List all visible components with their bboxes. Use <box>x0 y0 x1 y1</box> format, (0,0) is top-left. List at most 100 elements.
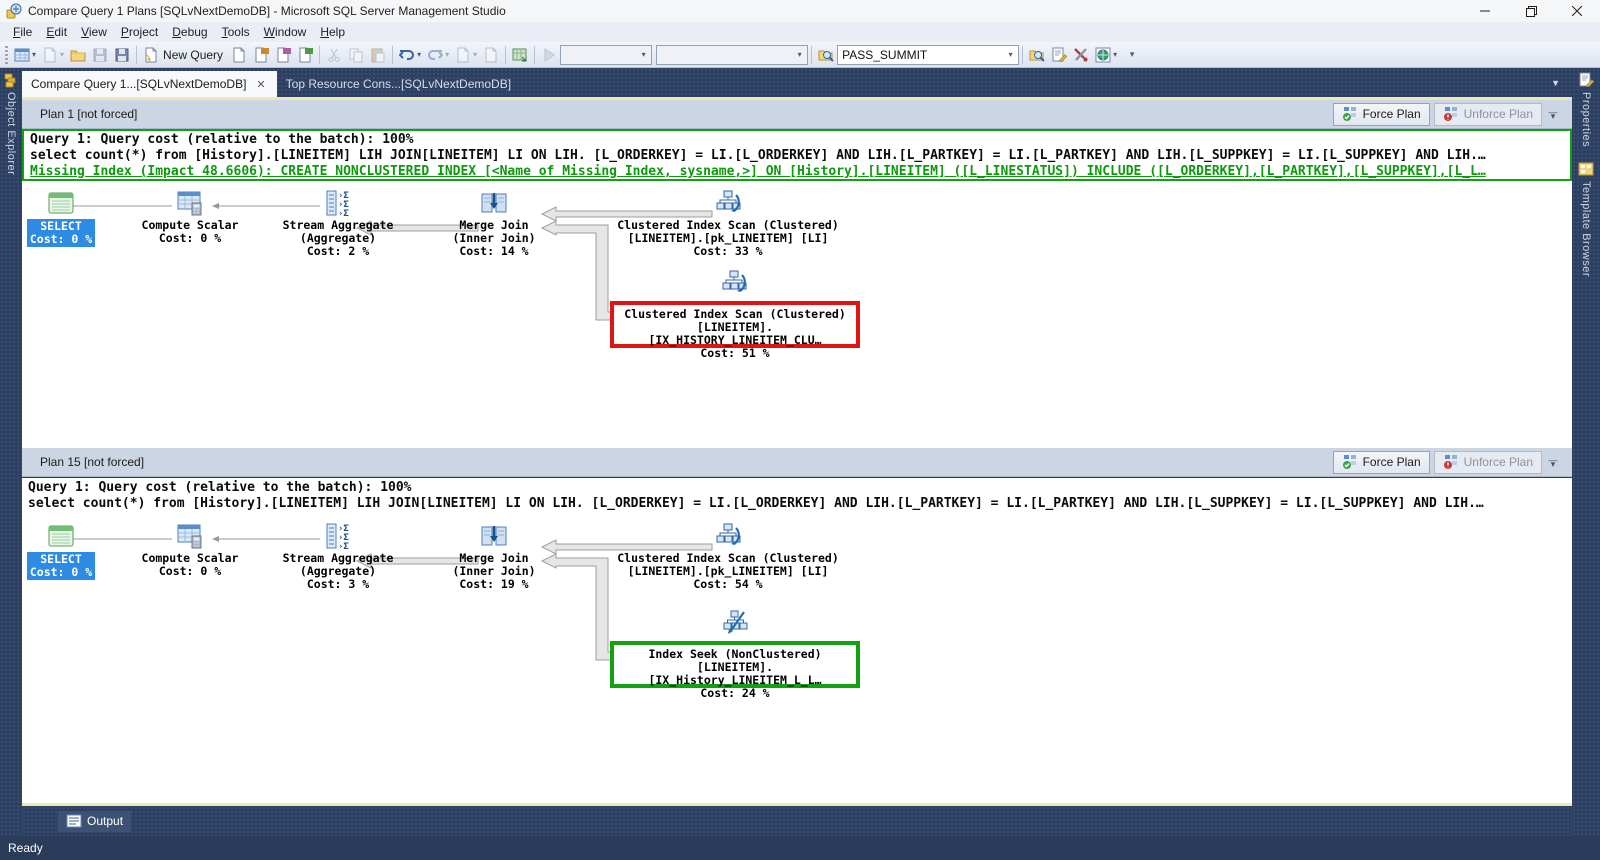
sidebar-item-object-explorer[interactable]: Object Explorer <box>3 68 19 179</box>
toolbar-separator <box>319 46 320 64</box>
plan15-node-select[interactable]: SELECT Cost: 0 % <box>27 522 95 580</box>
sidebar-item-template-browser[interactable]: Template Browser <box>1578 157 1594 281</box>
menu-view[interactable]: View <box>74 23 114 41</box>
sidebar-item-properties[interactable]: Properties <box>1578 68 1594 151</box>
database-combo-2[interactable]: ▾ <box>656 45 808 65</box>
plan15-header: Plan 15 [not forced] Force Plan Unforce … <box>22 448 1572 477</box>
merge-join-icon <box>480 189 508 217</box>
plan1-header: Plan 1 [not forced] Force Plan Unforce P… <box>22 100 1572 129</box>
chevron-down-icon: ▾ <box>792 46 807 64</box>
bottom-panel-strip: Output <box>22 806 1572 836</box>
new-query-button[interactable]: New Query <box>140 44 228 66</box>
navigate-forward-button[interactable] <box>480 44 502 66</box>
open-file-button[interactable] <box>67 44 89 66</box>
paste-button[interactable] <box>367 44 389 66</box>
tab-compare-query-plans[interactable]: Compare Query 1...[SQLvNextDemoDB] ✕ <box>22 71 277 97</box>
properties-window-button[interactable] <box>1048 44 1070 66</box>
menu-debug[interactable]: Debug <box>165 23 214 41</box>
new-dmx-query-button[interactable] <box>272 44 294 66</box>
find-in-objects-button[interactable] <box>1026 44 1048 66</box>
plan15-node-stream-aggregate[interactable]: Stream Aggregate (Aggregate) Cost: 3 % <box>268 522 408 591</box>
toolbar-separator <box>505 46 506 64</box>
browse-connection-button[interactable] <box>815 44 837 66</box>
plan1-force-plan-button[interactable]: Force Plan <box>1333 103 1430 126</box>
plan1-node-select[interactable]: SELECT Cost: 0 % <box>27 189 95 247</box>
undo-button[interactable]: ▾ <box>396 44 424 66</box>
force-plan-icon <box>1342 106 1358 122</box>
connection-combo[interactable]: PASS_SUMMIT ▾ <box>837 45 1019 65</box>
toolbar-separator <box>1022 46 1023 64</box>
plan15-force-plan-button[interactable]: Force Plan <box>1333 451 1430 474</box>
plan1-node-clustered-index-scan-pk[interactable]: Clustered Index Scan (Clustered) [LINEIT… <box>598 189 858 258</box>
app-icon <box>6 3 22 19</box>
plan1-node-merge-join[interactable]: Merge Join (Inner Join) Cost: 14 % <box>439 189 549 258</box>
menu-window[interactable]: Window <box>257 23 314 41</box>
output-icon <box>66 813 82 829</box>
minimize-button[interactable] <box>1462 0 1508 22</box>
restore-button[interactable] <box>1508 0 1554 22</box>
toolbar-grip[interactable] <box>5 46 8 64</box>
tab-top-resource-consumers[interactable]: Top Resource Cons...[SQLvNextDemoDB] <box>277 71 520 97</box>
new-connection-button[interactable]: ▾ <box>11 44 39 66</box>
plan1-query-cost-line: Query 1: Query cost (relative to the bat… <box>30 132 1564 148</box>
tab-list-chevron-icon[interactable]: ▼ <box>1547 76 1564 90</box>
activity-monitor-button[interactable]: ▾ <box>39 44 67 66</box>
execute-button[interactable] <box>538 44 560 66</box>
close-icon[interactable]: ✕ <box>254 78 267 91</box>
stream-aggregate-icon <box>324 522 352 550</box>
save-button[interactable] <box>89 44 111 66</box>
new-database-query-button[interactable] <box>228 44 250 66</box>
plan15-toolbar-overflow[interactable]: —▾ <box>1546 451 1560 474</box>
new-xmla-query-button[interactable] <box>294 44 316 66</box>
copy-button[interactable] <box>345 44 367 66</box>
close-button[interactable] <box>1554 0 1600 22</box>
toolbar-separator <box>392 46 393 64</box>
plan15-node-merge-join[interactable]: Merge Join (Inner Join) Cost: 19 % <box>439 522 549 591</box>
result-icon <box>47 189 75 217</box>
compute-scalar-icon <box>176 522 204 550</box>
window-title: Compare Query 1 Plans [SQLvNextDemoDB] -… <box>28 4 1462 18</box>
plan1-toolbar-overflow[interactable]: —▾ <box>1546 103 1560 126</box>
save-all-button[interactable] <box>111 44 133 66</box>
plan15-unforce-plan-button[interactable]: Unforce Plan <box>1434 451 1542 474</box>
plan1-missing-index-link[interactable]: Missing Index (Impact 48.6606): CREATE N… <box>30 164 1564 180</box>
tab-label: Compare Query 1...[SQLvNextDemoDB] <box>31 77 246 91</box>
menu-help[interactable]: Help <box>313 23 352 41</box>
menu-file[interactable]: File <box>6 23 39 41</box>
tools-options-button[interactable] <box>1070 44 1092 66</box>
toolbar-overflow-button[interactable]: ▾ <box>1120 44 1142 66</box>
compute-scalar-icon <box>176 189 204 217</box>
plan-comparison-document: Plan 1 [not forced] Force Plan Unforce P… <box>22 97 1572 806</box>
menu-project[interactable]: Project <box>114 23 165 41</box>
plan15-node-index-seek[interactable]: Index Seek (NonClustered) [LINEITEM].[IX… <box>610 641 860 688</box>
output-panel-tab[interactable]: Output <box>58 811 131 832</box>
plan1-unforce-plan-button[interactable]: Unforce Plan <box>1434 103 1542 126</box>
main-region: Object Explorer Compare Query 1...[SQLvN… <box>0 68 1600 836</box>
new-query-label: New Query <box>163 48 225 62</box>
web-browser-button[interactable]: ▾ <box>1092 44 1120 66</box>
plan1-node-compute-scalar[interactable]: Compute Scalar Cost: 0 % <box>130 189 250 245</box>
right-sidebar: Properties Template Browser <box>1572 68 1600 836</box>
properties-icon <box>1578 72 1594 88</box>
template-browser-label: Template Browser <box>1580 181 1592 277</box>
navigate-backward-button[interactable]: ▾ <box>452 44 480 66</box>
redo-button[interactable]: ▾ <box>424 44 452 66</box>
menu-tools[interactable]: Tools <box>215 23 257 41</box>
clustered-index-scan-icon <box>720 269 748 300</box>
database-combo-1[interactable]: ▾ <box>560 45 652 65</box>
template-browser-icon <box>1578 161 1594 177</box>
menu-edit[interactable]: Edit <box>39 23 74 41</box>
plan1-node-clustered-index-scan-history[interactable]: Clustered Index Scan (Clustered) [LINEIT… <box>610 301 860 348</box>
plan1-node-stream-aggregate[interactable]: Stream Aggregate (Aggregate) Cost: 2 % <box>268 189 408 258</box>
plan15-diagram: SELECT Cost: 0 % Compute Scalar Cost: 0 … <box>22 514 1572 803</box>
chevron-down-icon: ▾ <box>1003 46 1018 64</box>
selected-node-highlight: SELECT Cost: 0 % <box>27 552 95 580</box>
new-mdx-query-button[interactable] <box>250 44 272 66</box>
export-report-button[interactable] <box>509 44 531 66</box>
unforce-plan-icon <box>1443 454 1459 470</box>
plan15-node-compute-scalar[interactable]: Compute Scalar Cost: 0 % <box>130 522 250 578</box>
plan15-node-clustered-index-scan-pk[interactable]: Clustered Index Scan (Clustered) [LINEIT… <box>598 522 858 591</box>
chevron-down-icon: ▾ <box>636 46 651 64</box>
plan1-query-text: Query 1: Query cost (relative to the bat… <box>22 129 1572 181</box>
cut-button[interactable] <box>323 44 345 66</box>
